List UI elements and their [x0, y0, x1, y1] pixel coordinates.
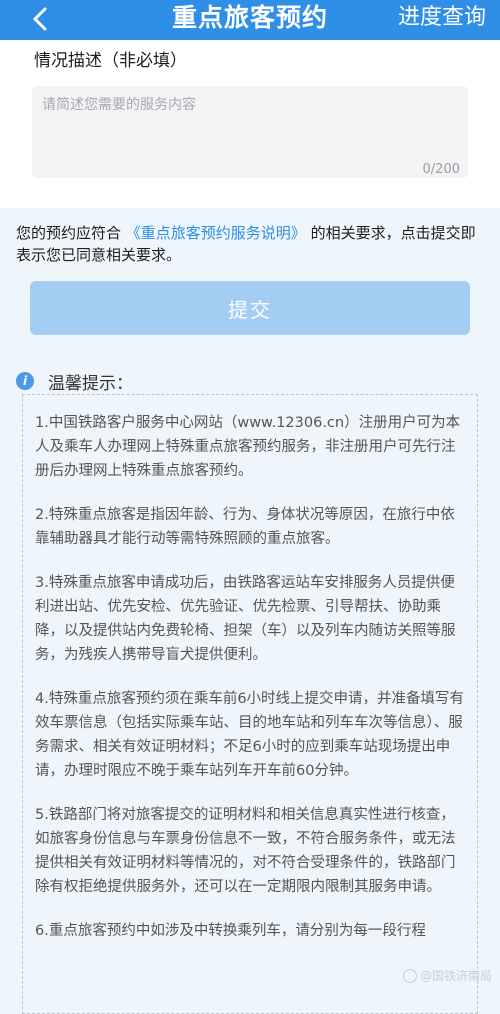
service-terms-link[interactable]: 《重点旅客预约服务说明》	[126, 224, 306, 242]
watermark-text: @国铁济南局	[419, 969, 492, 983]
info-icon: i	[16, 372, 34, 390]
tip-item: 1.中国铁路客户服务中心网站（www.12306.cn）注册用户可为本人及乘车人…	[35, 415, 461, 479]
tips-header: i 温馨提示：	[16, 370, 133, 394]
tip-item: 5.铁路部门将对旅客提交的证明材料和相关信息真实性进行核查，如旅客身份信息与车票…	[35, 807, 456, 895]
weibo-logo-icon	[402, 968, 417, 983]
char-counter: 0/200	[422, 162, 460, 177]
submit-button[interactable]: 提交	[30, 281, 470, 335]
tips-title: 温馨提示：	[48, 373, 133, 394]
tip-item: 6.重点旅客预约中如涉及中转换乘列车，请分别为每一段行程	[35, 923, 426, 939]
tip-item: 4.特殊重点旅客预约须在乘车前6小时线上提交申请，并准备填写有效车票信息（包括实…	[35, 691, 465, 779]
agreement-text: 您的预约应符合 《重点旅客预约服务说明》 的相关要求，点击提交即表示您已同意相关…	[16, 222, 484, 266]
description-label: 情况描述（非必填）	[34, 51, 187, 71]
tip-item: 2.特殊重点旅客是指因年龄、行为、身体状况等原因，在旅行中依靠辅助器具才能行动等…	[35, 507, 455, 547]
tip-item: 3.特殊重点旅客申请成功后，由铁路客运站车安排服务人员提供便利进出站、优先安检、…	[35, 575, 456, 663]
description-form: 情况描述（非必填） 0/200	[0, 40, 500, 208]
agreement-prefix: 您的预约应符合	[16, 224, 122, 242]
description-input[interactable]	[32, 86, 468, 178]
watermark: @国铁济南局	[402, 967, 492, 984]
tips-list: 1.中国铁路客户服务中心网站（www.12306.cn）注册用户可为本人及乘车人…	[22, 394, 478, 1014]
app-header: 重点旅客预约 进度查询	[0, 0, 500, 40]
progress-query-link[interactable]: 进度查询	[398, 2, 486, 34]
